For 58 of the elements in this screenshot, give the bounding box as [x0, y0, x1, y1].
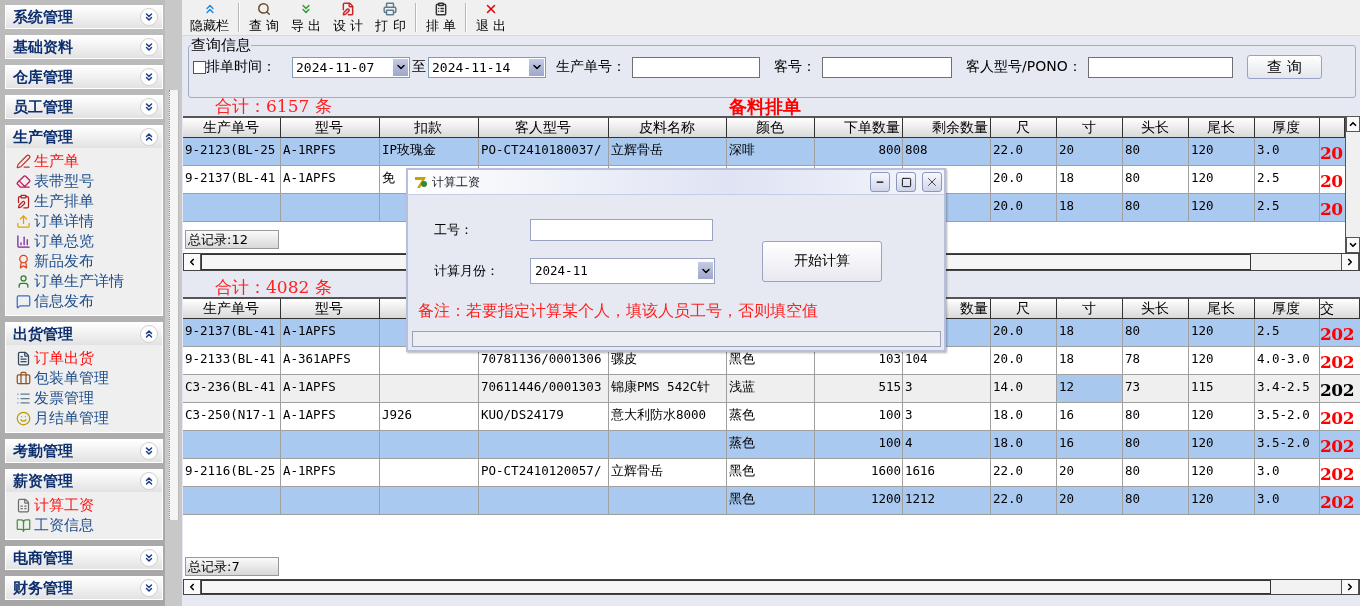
table-cell: 80 — [1123, 487, 1189, 515]
date-text: 202 — [1320, 492, 1354, 512]
column-header: 头长 — [1123, 118, 1189, 138]
column-header: 寸 — [1057, 299, 1123, 319]
date-text: 202 — [1320, 324, 1354, 344]
table-cell: 120 — [1189, 194, 1255, 222]
table-cell: 黑色 — [727, 487, 815, 515]
table-cell: 120 — [1189, 487, 1255, 515]
table-cell: 1212 — [903, 487, 991, 515]
column-header: 生产单号 — [183, 118, 281, 138]
field-label: 至 — [412, 58, 426, 76]
table-title: 备料排单 — [729, 95, 801, 119]
column-header: 尾长 — [1189, 118, 1255, 138]
table-cell: 18 — [1057, 194, 1123, 222]
group-title: 查询信息 — [191, 36, 251, 55]
field-label: 计算月份： — [434, 261, 500, 280]
table-cell: 20 — [1057, 487, 1123, 515]
date-text: 202 — [1320, 436, 1354, 456]
note-text: 备注：若要指定计算某个人，填该人员工号，否则填空值 — [418, 300, 819, 322]
date-text: 20 — [1320, 199, 1343, 219]
total-count: 合计：4082 条 — [215, 277, 332, 297]
date-text: 202 — [1320, 380, 1354, 400]
field-label: 客号： — [774, 58, 816, 76]
date-text: 202 — [1320, 352, 1354, 372]
date-text: 202 — [1320, 464, 1354, 484]
column-header: 型号 — [281, 299, 380, 319]
table-cell: 12 — [1057, 375, 1123, 403]
column-header: 颜色 — [727, 118, 815, 138]
column-header: 尺 — [991, 118, 1057, 138]
date-text: 202 — [1320, 408, 1354, 428]
date-text: 20 — [1320, 171, 1343, 191]
record-count: 总记录:7 — [185, 557, 279, 576]
field-label: 生产单号： — [556, 58, 626, 76]
total-count: 合计：6157 条 — [215, 96, 332, 116]
field-label: 工号： — [434, 220, 474, 239]
column-header: 皮料名称 — [609, 118, 727, 138]
column-header: 尺 — [991, 299, 1057, 319]
column-header: 尾长 — [1189, 299, 1255, 319]
table-cell: 80 — [1123, 194, 1189, 222]
column-header: 头长 — [1123, 299, 1189, 319]
column-header: 客人型号 — [479, 118, 609, 138]
column-header: 生产单号 — [183, 299, 281, 319]
dialog-title: 计算工资 — [432, 173, 481, 191]
date-text: 20 — [1320, 143, 1343, 163]
column-header: 交 — [1320, 299, 1360, 319]
table-cell: 1200 — [815, 487, 903, 515]
record-count: 总记录:12 — [185, 230, 279, 249]
column-header: 厚度 — [1255, 299, 1320, 319]
field-label: 客人型号/PONO： — [966, 58, 1082, 76]
column-header: 厚度 — [1255, 118, 1320, 138]
table-cell: 22.0 — [991, 487, 1057, 515]
column-header: 扣款 — [380, 118, 479, 138]
column-header: 剩余数量 — [903, 118, 991, 138]
table-cell: 20.0 — [991, 194, 1057, 222]
column-header: 型号 — [281, 118, 380, 138]
field-label: 排单时间： — [206, 58, 276, 76]
column-header: 寸 — [1057, 118, 1123, 138]
column-header: 下单数量 — [815, 118, 903, 138]
